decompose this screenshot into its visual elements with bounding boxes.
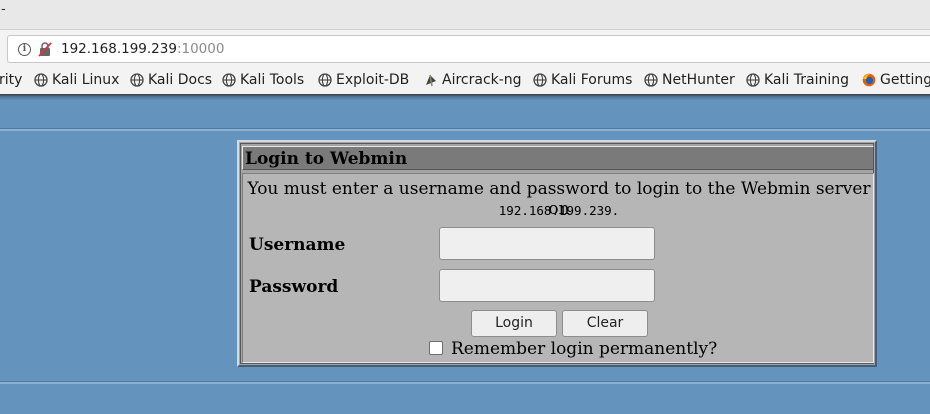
bookmark-getting-started[interactable]: Getting (862, 72, 930, 88)
globe-icon (746, 73, 760, 87)
bookmark-label: Aircrack-ng (442, 72, 522, 88)
bookmarks-toolbar: rity Kali Linux Kali Docs Kali Tools Exp… (0, 68, 930, 94)
insecure-lock-icon[interactable] (38, 42, 52, 57)
bookmark-label: Getting (880, 72, 930, 88)
bookmark-security[interactable]: rity (0, 72, 22, 88)
url-text[interactable]: 192.168.199.239:10000 (61, 41, 224, 57)
bookmark-label: Kali Docs (148, 72, 213, 88)
globe-icon (318, 73, 332, 87)
browser-title-strip: - (0, 0, 930, 30)
bottom-divider (0, 381, 930, 384)
bookmark-kali-linux[interactable]: Kali Linux (34, 72, 119, 88)
login-form: You must enter a username and password t… (242, 173, 874, 363)
bookmark-label: Kali Tools (240, 72, 305, 88)
bookmark-label: Exploit-DB (336, 72, 410, 88)
bookmark-nethunter[interactable]: NetHunter (644, 72, 735, 88)
login-panel: Login to Webmin You must enter a usernam… (237, 140, 877, 367)
bookmark-kali-training[interactable]: Kali Training (746, 72, 849, 88)
navigation-toolbar: i 192.168.199.239:10000 (0, 30, 930, 68)
globe-icon (130, 73, 144, 87)
title-fragment: - (1, 2, 6, 17)
bookmark-label: rity (0, 72, 23, 88)
globe-icon (533, 73, 547, 87)
bookmark-label: NetHunter (662, 72, 735, 88)
aircrack-icon (426, 74, 436, 87)
url-port: :10000 (176, 41, 225, 57)
bookmark-kali-forums[interactable]: Kali Forums (533, 72, 632, 88)
login-title: Login to Webmin (245, 149, 408, 169)
bookmark-exploit-db[interactable]: Exploit-DB (318, 72, 409, 88)
bookmark-label: Kali Linux (52, 72, 120, 88)
username-input[interactable] (439, 227, 655, 260)
remember-checkbox[interactable] (429, 341, 443, 355)
globe-icon (644, 73, 658, 87)
bookmark-kali-tools[interactable]: Kali Tools (222, 72, 304, 88)
password-label: Password (249, 277, 339, 297)
bookmark-aircrack-ng[interactable]: Aircrack-ng (424, 72, 522, 88)
bookmark-label: Kali Forums (551, 72, 633, 88)
login-panel-inner: Login to Webmin You must enter a usernam… (240, 143, 874, 364)
globe-icon (34, 73, 48, 87)
login-button[interactable]: Login (471, 310, 557, 337)
password-input[interactable] (439, 269, 655, 302)
bookmark-label: Kali Training (764, 72, 849, 88)
server-host: 192.168.199.239. (498, 203, 620, 218)
info-icon[interactable]: i (18, 43, 31, 56)
remember-label: Remember login permanently? (451, 339, 718, 359)
url-host: 192.168.199.239 (61, 41, 177, 57)
bookmark-kali-docs[interactable]: Kali Docs (130, 72, 212, 88)
clear-button[interactable]: Clear (562, 310, 648, 337)
username-label: Username (249, 235, 346, 255)
firefox-icon (862, 73, 876, 87)
login-title-bar: Login to Webmin (242, 146, 874, 170)
globe-icon (222, 73, 236, 87)
toolbar-shadow (0, 94, 930, 100)
address-bar[interactable]: i 192.168.199.239:10000 (7, 35, 930, 63)
top-divider (0, 128, 930, 131)
